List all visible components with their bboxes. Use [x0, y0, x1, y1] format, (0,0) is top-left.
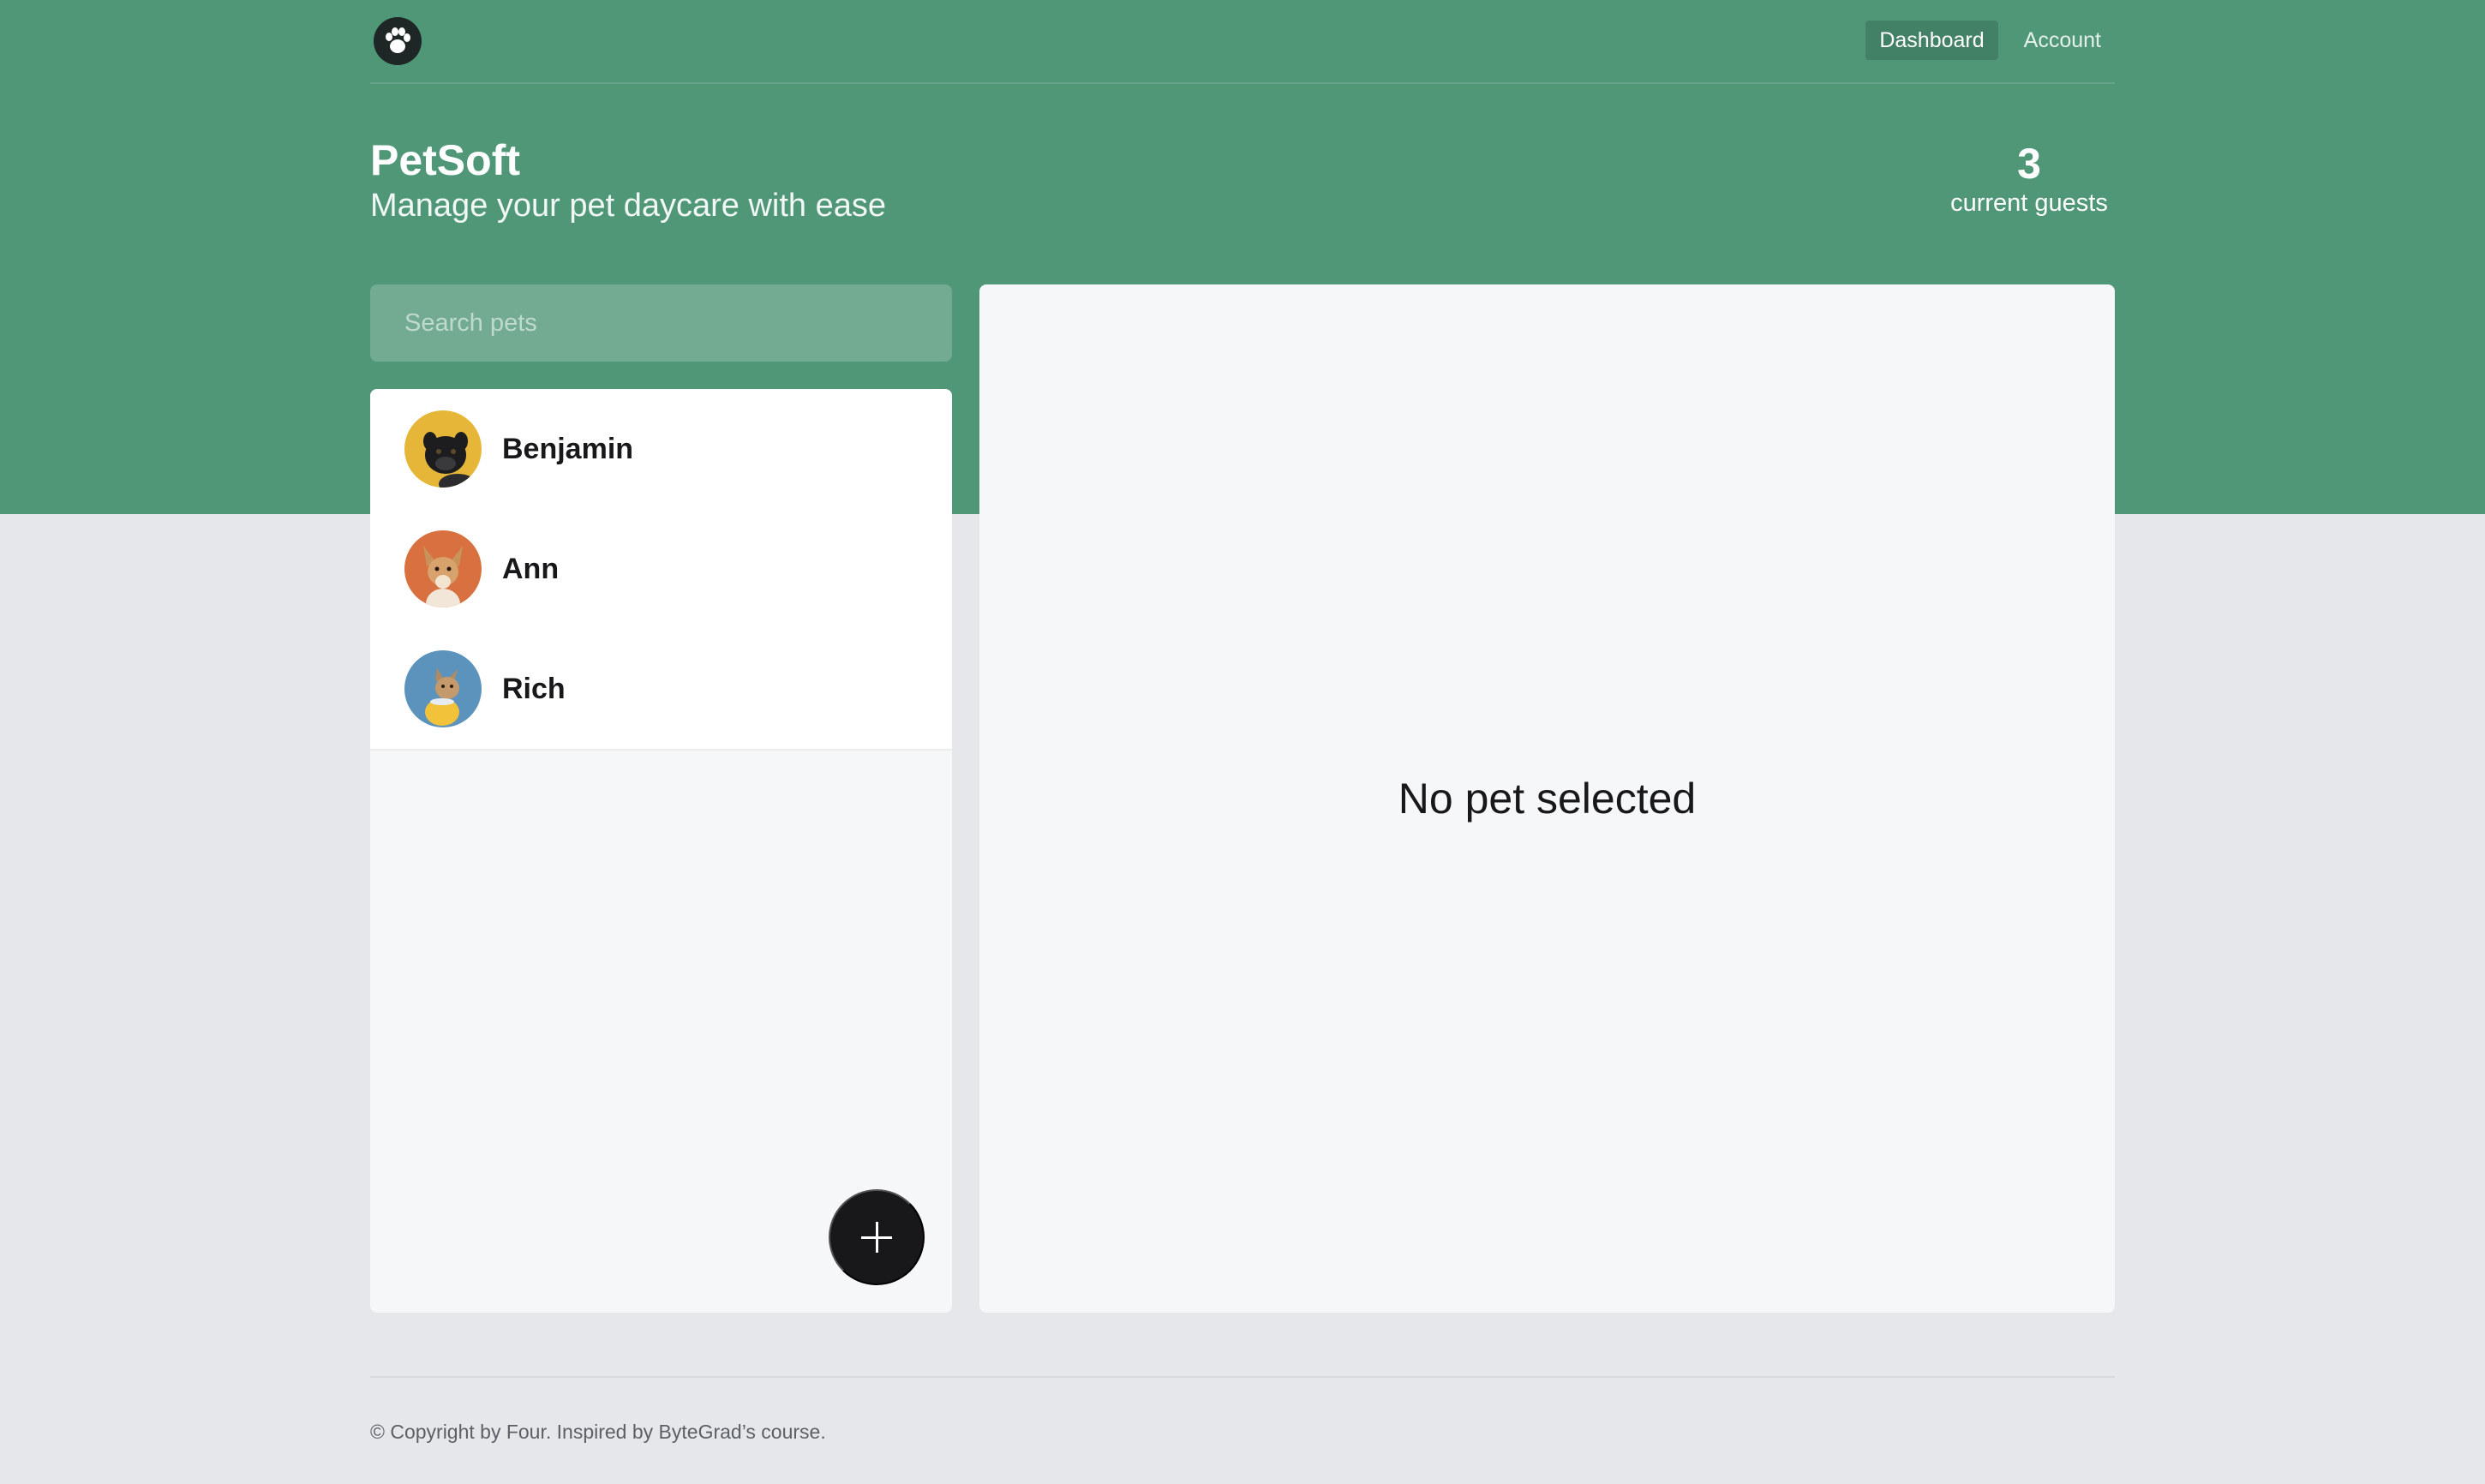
guest-count: 3: [2017, 140, 2041, 188]
pet-details-panel: No pet selected: [979, 284, 2115, 1313]
footer-copyright: © Copyright by Four. Inspired by ByteGra…: [370, 1421, 826, 1443]
main-nav: Dashboard Account: [1865, 21, 2115, 60]
nav-dashboard[interactable]: Dashboard: [1865, 21, 1998, 60]
pet-name: Benjamin: [502, 432, 634, 465]
pet-name: Rich: [502, 672, 566, 705]
footer: © Copyright by Four. Inspired by ByteGra…: [370, 1376, 2115, 1484]
paw-icon[interactable]: [374, 17, 422, 65]
avatar: [404, 410, 482, 488]
avatar: [404, 530, 482, 607]
pet-list-item-benjamin[interactable]: Benjamin: [370, 389, 952, 509]
guest-stats: 3 current guests: [1943, 139, 2115, 218]
pet-name: Ann: [502, 552, 560, 585]
page-subtitle: Manage your pet daycare with ease: [370, 188, 887, 224]
guest-count-label: current guests: [1950, 189, 2108, 217]
search-input[interactable]: [370, 284, 952, 362]
pet-list-panel: Benjamin Ann Rich: [370, 389, 952, 1313]
pet-list: Benjamin Ann Rich: [370, 389, 952, 751]
page-title: PetSoft: [370, 136, 520, 184]
avatar: [404, 650, 482, 727]
pet-list-item-rich[interactable]: Rich: [370, 629, 952, 749]
add-pet-button[interactable]: [829, 1189, 925, 1285]
empty-state-message: No pet selected: [1398, 775, 1697, 823]
nav-account[interactable]: Account: [2010, 21, 2115, 60]
top-nav-bar: Dashboard Account: [370, 0, 2115, 84]
app-container: Dashboard Account PetSoft Manage your pe…: [370, 0, 2115, 1484]
branding: PetSoft Manage your pet daycare with eas…: [370, 134, 886, 224]
pet-list-item-ann[interactable]: Ann: [370, 509, 952, 629]
